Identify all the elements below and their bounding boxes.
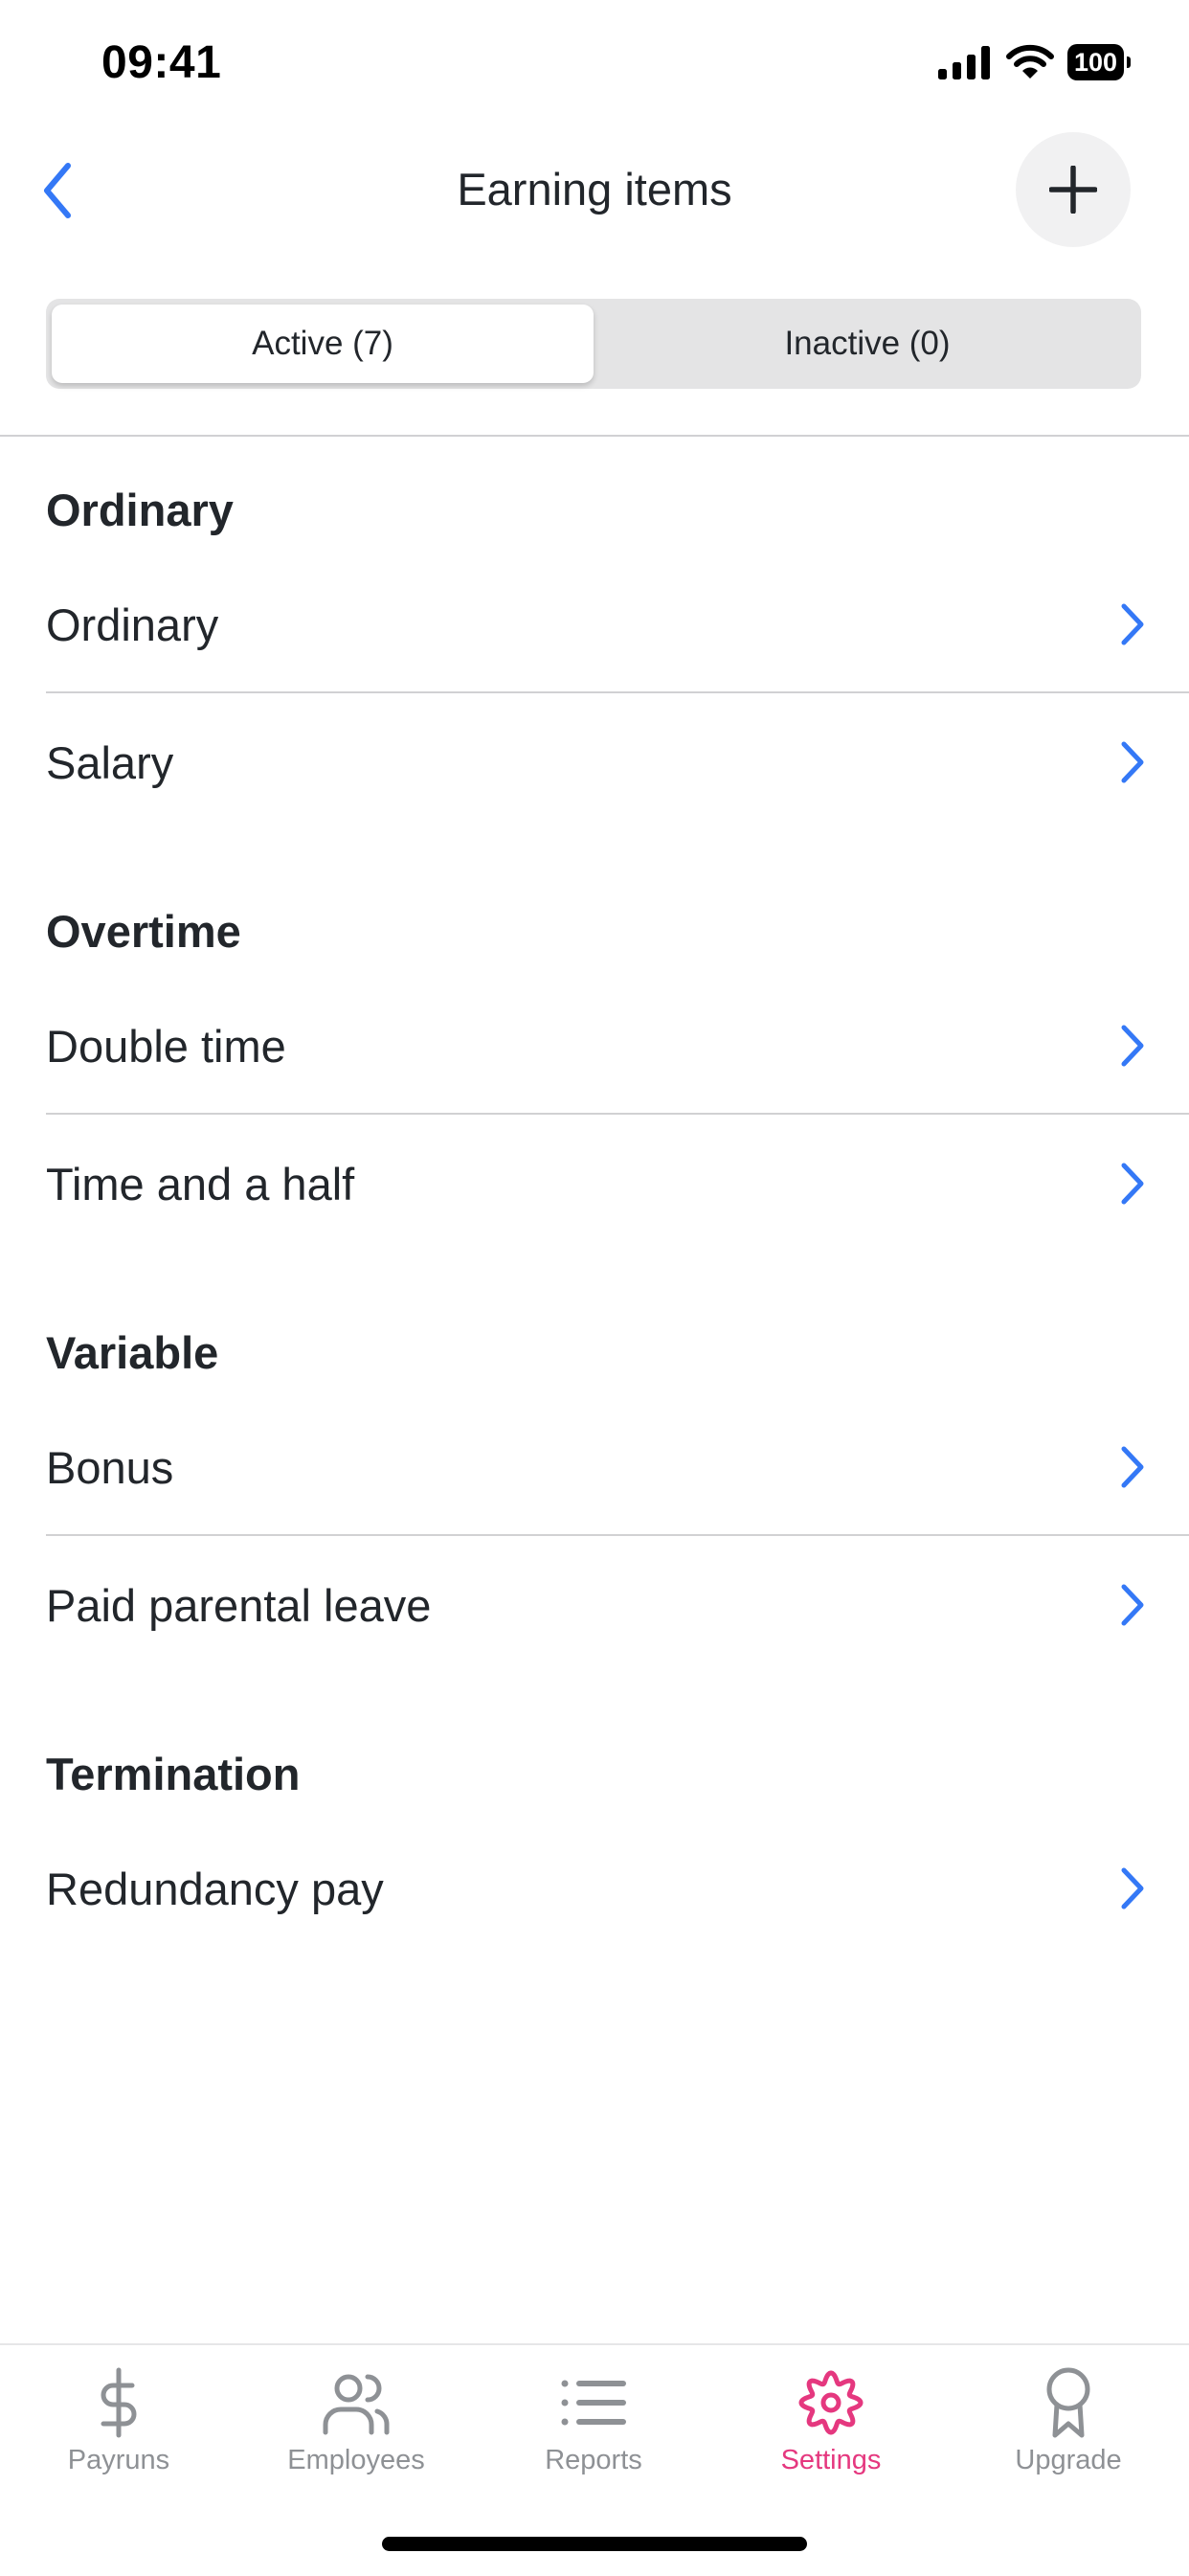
earning-items-list: Ordinary Ordinary Salary Overtime Double… <box>0 437 1189 1957</box>
award-ribbon-icon <box>1046 2367 1090 2438</box>
battery-level: 100 <box>1073 48 1117 77</box>
chevron-right-icon <box>1121 603 1144 645</box>
list-item-label: Bonus <box>46 1441 174 1493</box>
section-header-termination: Termination <box>0 1674 1189 1819</box>
status-icons: 100 <box>937 44 1132 80</box>
tab-label: Employees <box>287 2445 425 2475</box>
battery-icon: 100 <box>1066 44 1132 80</box>
chevron-right-icon <box>1121 741 1144 783</box>
list-icon <box>561 2380 626 2426</box>
list-item-ordinary[interactable]: Ordinary <box>0 555 1189 693</box>
tab-label: Payruns <box>67 2445 170 2475</box>
cellular-signal-icon <box>937 46 990 79</box>
people-icon <box>323 2374 390 2435</box>
home-indicator <box>382 2537 807 2551</box>
list-item-label: Time and a half <box>46 1158 355 1209</box>
plus-icon <box>1049 166 1097 214</box>
tab-upgrade[interactable]: Upgrade <box>950 2345 1187 2489</box>
list-item-bonus[interactable]: Bonus <box>0 1398 1189 1536</box>
segment-inactive[interactable]: Inactive (0) <box>599 305 1135 383</box>
list-item-redundancy-pay[interactable]: Redundancy pay <box>0 1819 1189 1957</box>
section-header-variable: Variable <box>0 1253 1189 1398</box>
list-item-double-time[interactable]: Double time <box>0 977 1189 1115</box>
section-title: Termination <box>46 1749 301 1799</box>
tab-label: Upgrade <box>1015 2445 1122 2475</box>
section-header-overtime: Overtime <box>0 831 1189 977</box>
status-bar: 09:41 100 <box>0 0 1189 126</box>
chevron-right-icon <box>1121 1867 1144 1909</box>
list-item-label: Salary <box>46 736 174 788</box>
chevron-right-icon <box>1121 1584 1144 1626</box>
wifi-icon <box>1005 44 1054 79</box>
section-title: Variable <box>46 1327 219 1378</box>
dollar-icon <box>101 2367 137 2438</box>
list-item-paid-parental-leave[interactable]: Paid parental leave <box>0 1536 1189 1674</box>
status-segmented-control: Active (7) Inactive (0) <box>46 299 1141 389</box>
nav-bar: Earning items <box>0 126 1189 257</box>
list-item-label: Redundancy pay <box>46 1863 384 1914</box>
gear-icon <box>798 2370 864 2435</box>
list-item-label: Paid parental leave <box>46 1579 432 1631</box>
tab-settings[interactable]: Settings <box>712 2345 950 2489</box>
chevron-right-icon <box>1121 1163 1144 1205</box>
tab-reports[interactable]: Reports <box>475 2345 712 2489</box>
status-time: 09:41 <box>101 37 222 88</box>
segment-active[interactable]: Active (7) <box>52 305 594 383</box>
list-item-salary[interactable]: Salary <box>0 693 1189 831</box>
list-item-label: Double time <box>46 1020 286 1072</box>
add-earning-item-button[interactable] <box>1016 132 1131 247</box>
section-header-ordinary: Ordinary <box>0 437 1189 555</box>
tab-label: Settings <box>780 2445 882 2475</box>
page-title: Earning items <box>457 164 732 215</box>
tab-payruns[interactable]: Payruns <box>0 2345 237 2489</box>
tab-label: Reports <box>545 2445 642 2475</box>
section-title: Overtime <box>46 906 241 957</box>
list-item-time-and-a-half[interactable]: Time and a half <box>0 1115 1189 1253</box>
list-item-label: Ordinary <box>46 599 219 650</box>
section-title: Ordinary <box>46 485 234 535</box>
tab-employees[interactable]: Employees <box>237 2345 475 2489</box>
chevron-right-icon <box>1121 1025 1144 1067</box>
chevron-right-icon <box>1121 1446 1144 1488</box>
